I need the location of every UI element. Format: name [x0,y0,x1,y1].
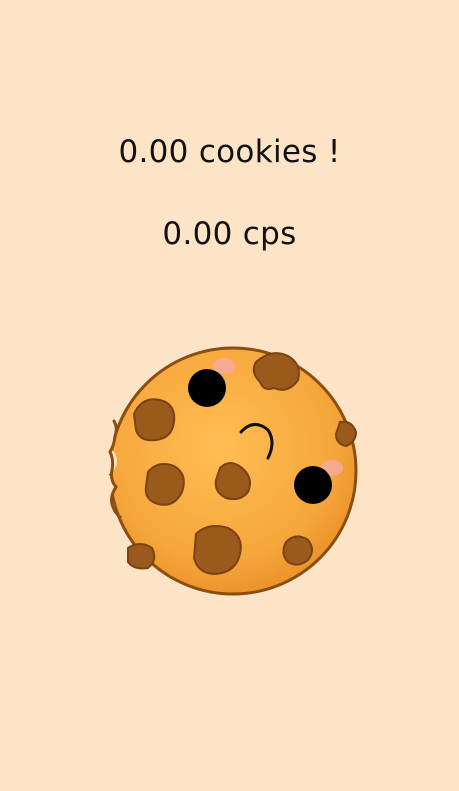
eye-left [188,369,226,407]
cookies-per-second-display: 0.00 cps [162,216,297,252]
chocolate-chip [282,535,313,566]
cookie-face-icon [108,346,358,596]
chocolate-chip [127,543,156,570]
chocolate-chip [144,463,185,506]
chocolate-chip [252,352,300,391]
chocolate-chip [334,420,358,448]
chocolate-chip [132,398,176,442]
chocolate-chip [192,525,242,576]
eye-right [294,466,332,504]
cookie-button[interactable] [104,342,358,600]
cookie-count-display: 0.00 cookies ! [118,134,341,170]
